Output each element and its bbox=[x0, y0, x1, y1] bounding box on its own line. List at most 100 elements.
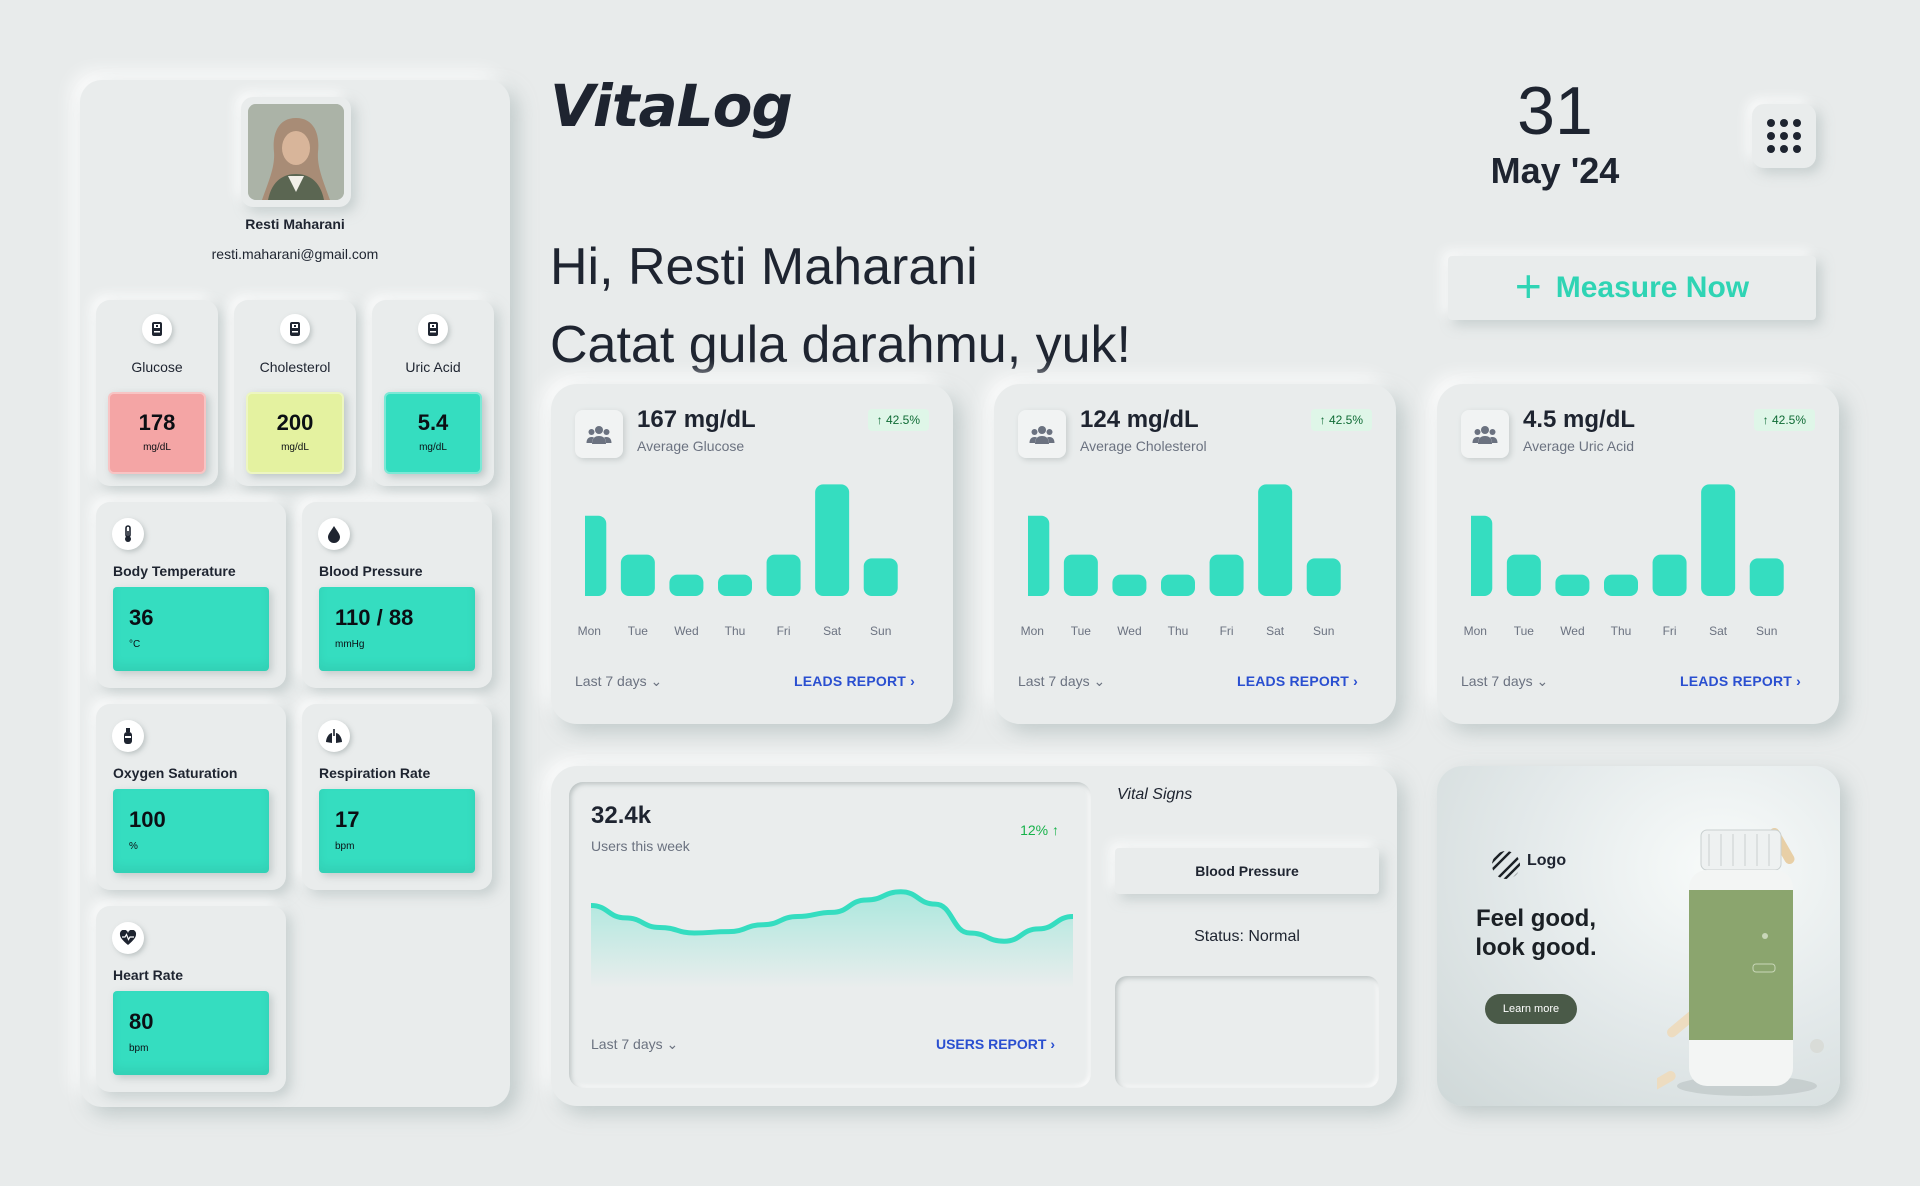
vital-unit: bpm bbox=[335, 841, 355, 852]
bar-sat[interactable] bbox=[1701, 484, 1736, 596]
leads-report-link[interactable]: LEADS REPORT › bbox=[1680, 673, 1801, 689]
app-grid-menu-button[interactable] bbox=[1752, 104, 1816, 168]
bar-mon[interactable] bbox=[1028, 515, 1050, 596]
lab-value-box: 5.4 mg/dL bbox=[384, 392, 482, 474]
vital-value: 17 bbox=[335, 807, 360, 832]
bar-sat[interactable] bbox=[815, 484, 850, 596]
chevron-right-icon: › bbox=[1353, 673, 1358, 689]
vital-label: Blood Pressure bbox=[319, 563, 423, 579]
bar-tue[interactable] bbox=[1506, 554, 1541, 596]
bar-tue[interactable] bbox=[620, 554, 655, 596]
measure-now-label: Measure Now bbox=[1555, 271, 1750, 304]
tick-label-sat: Sat bbox=[1266, 624, 1285, 638]
vital-label: Oxygen Saturation bbox=[113, 765, 238, 781]
vital-card-blood-pressure[interactable]: Blood Pressure 110 / 88 mmHg bbox=[302, 502, 492, 688]
bar-mon[interactable] bbox=[1471, 515, 1493, 596]
bar-sun[interactable] bbox=[1749, 558, 1784, 596]
chevron-right-icon: › bbox=[1050, 1036, 1055, 1052]
vital-value-box: 17 bpm bbox=[319, 789, 475, 873]
period-label: Last 7 days bbox=[575, 673, 647, 689]
heart-rate-icon bbox=[112, 922, 144, 954]
lab-label: Uric Acid bbox=[405, 359, 461, 375]
promo-banner[interactable]: Logo Feel good, look good. Learn more bbox=[1437, 766, 1840, 1106]
bar-wed[interactable] bbox=[1555, 574, 1590, 596]
vital-value: 110 / 88 bbox=[335, 605, 414, 630]
tick-label-tue: Tue bbox=[627, 624, 648, 638]
stat-value: 167 mg/dL bbox=[637, 406, 756, 433]
bar-thu[interactable] bbox=[1161, 574, 1195, 596]
period-dropdown[interactable]: Last 7 days ⌄ bbox=[1018, 673, 1105, 690]
learn-more-button[interactable]: Learn more bbox=[1485, 994, 1577, 1024]
lab-card-glucose[interactable]: Glucose 178 mg/dL bbox=[96, 300, 218, 486]
leads-report-link[interactable]: LEADS REPORT › bbox=[1237, 673, 1358, 689]
leads-report-link[interactable]: LEADS REPORT › bbox=[794, 673, 915, 689]
bar-thu[interactable] bbox=[1604, 574, 1638, 596]
brand-logo-icon bbox=[1492, 851, 1520, 879]
bar-sun[interactable] bbox=[863, 558, 898, 596]
bar-sat[interactable] bbox=[1258, 484, 1293, 596]
users-change: 12% ↑ bbox=[1020, 822, 1059, 838]
bar-fri[interactable] bbox=[1652, 554, 1687, 596]
period-label: Last 7 days bbox=[591, 1036, 663, 1052]
tick-label-sun: Sun bbox=[1756, 624, 1778, 638]
vital-label: Heart Rate bbox=[113, 967, 184, 983]
period-dropdown[interactable]: Last 7 days ⌄ bbox=[1461, 673, 1548, 690]
stat-label: Average Cholesterol bbox=[1080, 438, 1207, 454]
tick-label-sun: Sun bbox=[1313, 624, 1335, 638]
vital-value-box: 100 % bbox=[113, 789, 269, 873]
avatar[interactable] bbox=[241, 97, 351, 207]
bar-fri[interactable] bbox=[1209, 554, 1244, 596]
users-group-icon bbox=[1461, 410, 1509, 458]
vital-card-heart-rate[interactable]: Heart Rate 80 bpm bbox=[96, 906, 286, 1092]
trend-badge: ↑ 42.5% bbox=[1310, 409, 1372, 431]
supplement-bottle-image bbox=[1657, 828, 1824, 1096]
lab-unit: mg/dL bbox=[281, 442, 309, 453]
bar-wed[interactable] bbox=[669, 574, 704, 596]
bar-thu[interactable] bbox=[718, 574, 752, 596]
vital-sign-selector[interactable]: Blood Pressure bbox=[1115, 848, 1379, 894]
stat-card-glucose: 167 mg/dL Average Glucose ↑ 42.5% Last 7… bbox=[551, 384, 953, 724]
report-link-label: LEADS REPORT bbox=[1236, 673, 1350, 689]
vital-card-oxygen-saturation[interactable]: Oxygen Saturation 100 % bbox=[96, 704, 286, 890]
lab-card-cholesterol[interactable]: Cholesterol 200 mg/dL bbox=[234, 300, 356, 486]
lab-unit: mg/dL bbox=[143, 442, 171, 453]
vital-value-box: 110 / 88 mmHg bbox=[319, 587, 475, 671]
lab-value: 200 bbox=[276, 410, 314, 435]
period-label: Last 7 days bbox=[1461, 673, 1533, 689]
plus-icon: + bbox=[1514, 260, 1542, 312]
report-link-label: LEADS REPORT bbox=[793, 673, 907, 689]
blood-test-icon bbox=[418, 314, 448, 344]
bar-chart-glucose bbox=[585, 484, 898, 596]
chevron-right-icon: › bbox=[1796, 673, 1801, 689]
tick-label-thu: Thu bbox=[724, 624, 746, 638]
tick-label-sat: Sat bbox=[1709, 624, 1728, 638]
bar-fri[interactable] bbox=[766, 554, 801, 596]
stat-label: Average Uric Acid bbox=[1523, 438, 1635, 454]
profile-name: Resti Maharani bbox=[245, 216, 345, 232]
blood-test-icon bbox=[280, 314, 310, 344]
vital-value: 36 bbox=[129, 605, 154, 630]
blood-drop-icon bbox=[318, 518, 350, 550]
vital-card-respiration-rate[interactable]: Respiration Rate 17 bpm bbox=[302, 704, 492, 890]
bar-tue[interactable] bbox=[1063, 554, 1098, 596]
period-dropdown[interactable]: Last 7 days ⌄ bbox=[575, 673, 662, 690]
chevron-down-icon: ⌄ bbox=[666, 1036, 679, 1052]
vital-card-body-temperature[interactable]: Body Temperature 36 °C bbox=[96, 502, 286, 688]
brand-logo-text: Logo bbox=[1527, 852, 1567, 869]
bar-sun[interactable] bbox=[1306, 558, 1341, 596]
lab-label: Glucose bbox=[131, 359, 183, 375]
trend-badge-value: 42.5% bbox=[885, 413, 920, 427]
vital-value-box: 80 bpm bbox=[113, 991, 269, 1075]
app-logo[interactable]: VitaLog bbox=[550, 72, 793, 140]
measure-now-button[interactable]: + Measure Now bbox=[1448, 256, 1816, 320]
period-dropdown[interactable]: Last 7 days ⌄ bbox=[591, 1036, 678, 1053]
report-link-label: USERS REPORT bbox=[935, 1036, 1047, 1052]
bar-wed[interactable] bbox=[1112, 574, 1147, 596]
bar-mon[interactable] bbox=[585, 515, 607, 596]
vital-sign-detail-box bbox=[1115, 976, 1379, 1088]
users-report-link[interactable]: USERS REPORT › bbox=[936, 1036, 1055, 1052]
tick-label-mon: Mon bbox=[1463, 624, 1487, 638]
date-day: 31 bbox=[1517, 73, 1593, 149]
lab-card-uric-acid[interactable]: Uric Acid 5.4 mg/dL bbox=[372, 300, 494, 486]
tick-label-fri: Fri bbox=[1662, 624, 1677, 638]
